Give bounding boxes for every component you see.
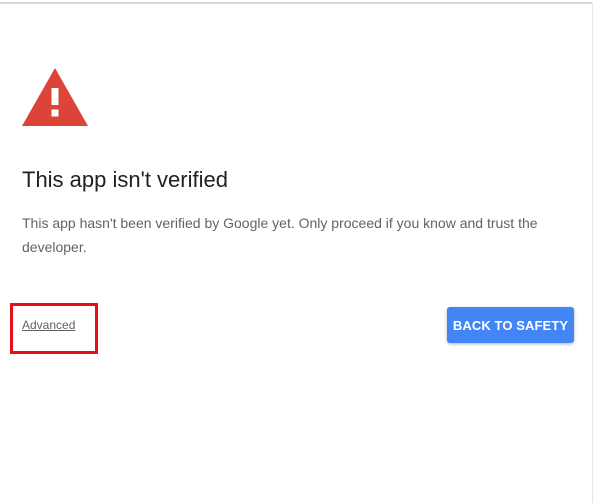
annotation-highlight-box (10, 303, 98, 354)
warning-triangle-icon (22, 68, 88, 126)
back-to-safety-button[interactable]: BACK TO SAFETY (447, 307, 574, 343)
top-divider (0, 2, 593, 4)
unverified-app-page: This app isn't verified This app hasn't … (0, 0, 593, 503)
page-title: This app isn't verified (22, 167, 228, 192)
warning-description: This app hasn't been verified by Google … (22, 215, 538, 255)
